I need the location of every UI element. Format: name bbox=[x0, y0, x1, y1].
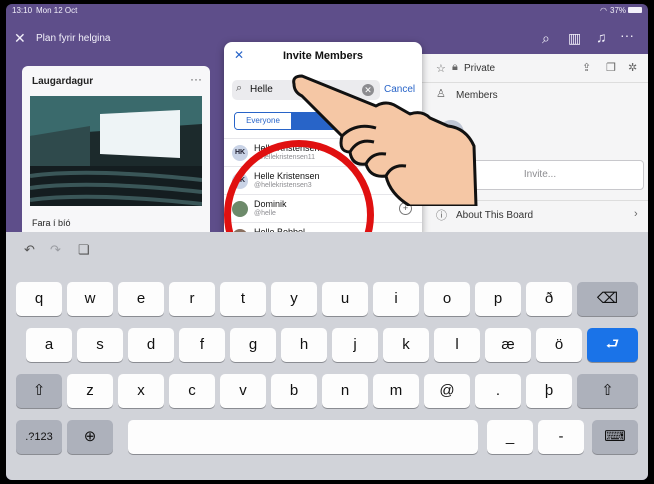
status-time: 13:10 bbox=[12, 6, 33, 15]
search-icon[interactable]: ⌕ bbox=[542, 30, 550, 47]
key-y[interactable]: y bbox=[271, 282, 317, 316]
key-b[interactable]: b bbox=[271, 374, 317, 408]
key-p[interactable]: p bbox=[475, 282, 521, 316]
key-underscore[interactable]: _ bbox=[487, 420, 533, 454]
key-j[interactable]: j bbox=[332, 328, 378, 362]
key-c[interactable]: c bbox=[169, 374, 215, 408]
bell-icon[interactable]: ♫ bbox=[596, 29, 607, 45]
redo-icon[interactable]: ↷ bbox=[50, 242, 61, 258]
key-l[interactable]: l bbox=[434, 328, 480, 362]
list-title: Laugardagur bbox=[32, 76, 94, 87]
pointing-hand-icon bbox=[292, 74, 478, 206]
shift-icon[interactable]: ⇧ bbox=[577, 374, 638, 408]
key-g[interactable]: g bbox=[230, 328, 276, 362]
key-h[interactable]: h bbox=[281, 328, 327, 362]
book-icon[interactable]: ▥ bbox=[568, 30, 581, 47]
copy-icon[interactable]: ❐ bbox=[606, 61, 616, 74]
key-a[interactable]: a bbox=[26, 328, 72, 362]
key-v[interactable]: v bbox=[220, 374, 266, 408]
info-icon: ⓘ bbox=[436, 210, 447, 222]
numbers-key[interactable]: .?123 bbox=[16, 420, 62, 454]
key-o-umlaut[interactable]: ö bbox=[536, 328, 582, 362]
return-icon[interactable]: ⮐ bbox=[587, 328, 638, 362]
key-at[interactable]: @ bbox=[424, 374, 470, 408]
key-k[interactable]: k bbox=[383, 328, 429, 362]
key-o[interactable]: o bbox=[424, 282, 470, 316]
key-thorn[interactable]: þ bbox=[526, 374, 572, 408]
key-dash[interactable]: - bbox=[538, 420, 584, 454]
status-date: Mon 12 Oct bbox=[36, 6, 78, 15]
key-f[interactable]: f bbox=[179, 328, 225, 362]
status-battery: 37% bbox=[610, 6, 627, 15]
settings-icon[interactable]: ✲ bbox=[628, 61, 637, 74]
on-screen-keyboard: ↶ ↷ ❏ q w e r t y u i o p ð ⌫ a s d f g … bbox=[6, 232, 648, 480]
key-z[interactable]: z bbox=[67, 374, 113, 408]
paste-icon[interactable]: ❏ bbox=[78, 242, 90, 258]
wifi-icon: ◠ bbox=[600, 6, 607, 15]
shift-icon[interactable]: ⇧ bbox=[16, 374, 62, 408]
backspace-icon[interactable]: ⌫ bbox=[577, 282, 638, 316]
more-icon[interactable]: ··· bbox=[620, 27, 634, 43]
ipad-screen: 13:10 Mon 12 Oct ◠ 37% ✕ Plan fyrir helg… bbox=[6, 4, 648, 480]
dialog-title: Invite Members bbox=[282, 50, 364, 62]
segment-everyone[interactable]: Everyone bbox=[235, 113, 291, 129]
key-x[interactable]: x bbox=[118, 374, 164, 408]
close-icon[interactable]: ✕ bbox=[14, 30, 26, 47]
key-w[interactable]: w bbox=[67, 282, 113, 316]
share-icon[interactable]: ⇪ bbox=[582, 61, 591, 74]
key-eth[interactable]: ð bbox=[526, 282, 572, 316]
globe-icon[interactable]: ⊕ bbox=[67, 420, 113, 454]
key-d[interactable]: d bbox=[128, 328, 174, 362]
about-board-label[interactable]: About This Board bbox=[456, 210, 533, 221]
device-frame: 13:10 Mon 12 Oct ◠ 37% ✕ Plan fyrir helg… bbox=[0, 0, 654, 484]
hide-keyboard-icon[interactable]: ⌨ bbox=[592, 420, 638, 454]
cinema-image bbox=[30, 96, 202, 206]
search-value: Helle bbox=[250, 84, 273, 95]
key-n[interactable]: n bbox=[322, 374, 368, 408]
board-title: Plan fyrir helgina bbox=[36, 33, 111, 44]
key-u[interactable]: u bbox=[322, 282, 368, 316]
key-e[interactable]: e bbox=[118, 282, 164, 316]
key-i[interactable]: i bbox=[373, 282, 419, 316]
key-m[interactable]: m bbox=[373, 374, 419, 408]
battery-icon bbox=[628, 7, 642, 13]
list-more-button[interactable]: ··· bbox=[190, 72, 202, 86]
key-r[interactable]: r bbox=[169, 282, 215, 316]
key-period[interactable]: . bbox=[475, 374, 521, 408]
key-s[interactable]: s bbox=[77, 328, 123, 362]
key-q[interactable]: q bbox=[16, 282, 62, 316]
card-title[interactable]: Fara í bíó bbox=[32, 218, 71, 228]
undo-icon[interactable]: ↶ bbox=[24, 242, 35, 258]
avatar: HK bbox=[232, 145, 248, 161]
search-icon: ⌕ bbox=[236, 82, 243, 94]
key-ae[interactable]: æ bbox=[485, 328, 531, 362]
key-t[interactable]: t bbox=[220, 282, 266, 316]
space-bar[interactable] bbox=[128, 420, 478, 454]
chevron-right-icon: › bbox=[634, 208, 638, 220]
